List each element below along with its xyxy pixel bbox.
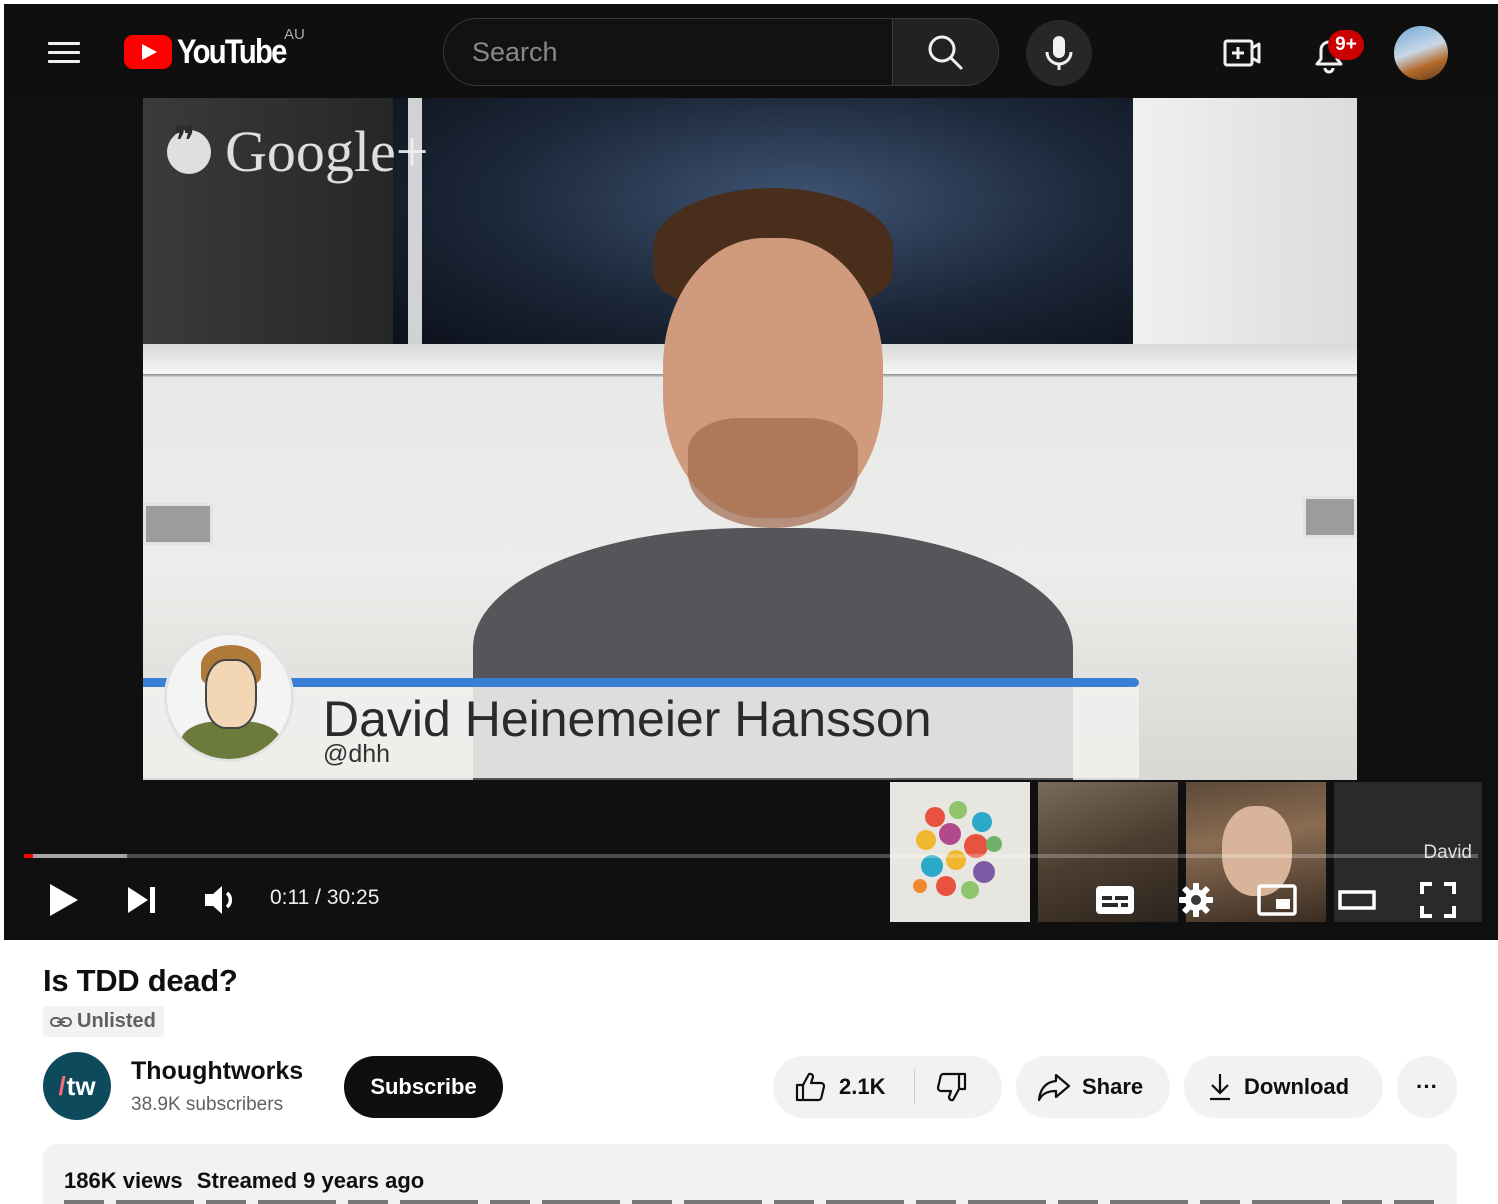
video-player[interactable]: Google+ David Heinemeier Hansson @dhh xyxy=(4,98,1498,940)
microphone-icon xyxy=(1045,36,1073,70)
channel-avatar[interactable]: / tw xyxy=(43,1052,111,1120)
visibility-badge: Unlisted xyxy=(43,1006,164,1037)
search-button[interactable] xyxy=(892,19,998,85)
subscribe-button[interactable]: Subscribe xyxy=(344,1056,503,1118)
progress-bar[interactable] xyxy=(24,854,1478,858)
time-display: 0:11 / 30:25 xyxy=(270,886,380,909)
stream-date: Streamed 9 years ago xyxy=(196,1168,425,1193)
subtitles-icon[interactable] xyxy=(1094,882,1136,918)
channel-logo-slash: / xyxy=(58,1070,66,1101)
youtube-play-icon xyxy=(124,35,172,69)
link-icon xyxy=(50,1016,72,1027)
progress-loaded xyxy=(24,854,128,858)
share-icon xyxy=(1037,1073,1071,1102)
more-icon: ··· xyxy=(1416,1074,1438,1099)
visibility-label: Unlisted xyxy=(77,1010,156,1032)
channel-logo-text: tw xyxy=(66,1070,96,1101)
speaker-caricature-icon xyxy=(164,632,294,762)
like-dislike-group: 2.1K xyxy=(773,1056,1002,1118)
region-code: AU xyxy=(284,26,305,43)
volume-icon[interactable] xyxy=(202,882,242,918)
thumbs-up-icon xyxy=(795,1072,826,1102)
scene-switch xyxy=(1303,496,1357,538)
scene-switch xyxy=(143,503,213,545)
participant-name: David xyxy=(1423,842,1472,863)
description-text-clipped xyxy=(64,1200,1434,1204)
search-input[interactable] xyxy=(444,19,892,85)
watermark-text: Google+ xyxy=(225,119,429,184)
watermark: Google+ xyxy=(167,118,428,185)
more-actions-button[interactable]: ··· xyxy=(1397,1056,1457,1118)
play-icon[interactable] xyxy=(44,880,84,920)
youtube-logo[interactable]: YouTube AU xyxy=(124,26,305,72)
logo-wordmark: YouTube xyxy=(177,32,287,71)
menu-icon[interactable] xyxy=(48,40,80,66)
next-icon[interactable] xyxy=(124,884,160,916)
subscriber-count: 38.9K subscribers xyxy=(131,1094,284,1115)
download-label: Download xyxy=(1244,1074,1350,1099)
notification-count-badge: 9+ xyxy=(1328,30,1364,60)
search-box xyxy=(443,18,999,86)
participant-thumb xyxy=(890,782,1030,922)
voice-search-button[interactable] xyxy=(1026,20,1092,86)
fullscreen-icon[interactable] xyxy=(1418,880,1458,920)
channel-name[interactable]: Thoughtworks xyxy=(131,1057,303,1086)
search-icon xyxy=(928,35,963,70)
scene-wall xyxy=(1133,98,1357,353)
dislike-button[interactable] xyxy=(915,1056,1002,1118)
download-button[interactable]: Download xyxy=(1184,1056,1383,1118)
thumbs-down-icon xyxy=(936,1072,967,1102)
speaker-figure xyxy=(613,188,933,608)
video-add-icon xyxy=(1223,39,1261,67)
account-avatar[interactable] xyxy=(1394,26,1448,80)
theater-mode-icon[interactable] xyxy=(1336,884,1378,916)
hangouts-icon xyxy=(167,118,211,174)
video-meta: 186K views Streamed 9 years ago xyxy=(64,1168,424,1194)
like-count: 2.1K xyxy=(839,1074,886,1099)
settings-gear-icon[interactable] xyxy=(1176,880,1216,920)
colorful-blobs-logo xyxy=(913,801,1002,899)
share-label: Share xyxy=(1082,1074,1144,1099)
like-button[interactable]: 2.1K xyxy=(773,1056,913,1118)
create-button[interactable] xyxy=(1222,36,1262,70)
video-title: Is TDD dead? xyxy=(43,963,238,998)
description-box[interactable]: 186K views Streamed 9 years ago xyxy=(43,1144,1457,1204)
speaker-name: David Heinemeier Hansson xyxy=(323,691,932,747)
share-button[interactable]: Share xyxy=(1016,1056,1170,1118)
masthead: YouTube AU 9+ xyxy=(4,4,1498,98)
progress-played xyxy=(24,854,33,858)
download-icon xyxy=(1210,1074,1230,1101)
view-count: 186K views xyxy=(64,1168,183,1193)
speaker-handle: @dhh xyxy=(323,740,391,768)
miniplayer-icon[interactable] xyxy=(1256,882,1298,918)
